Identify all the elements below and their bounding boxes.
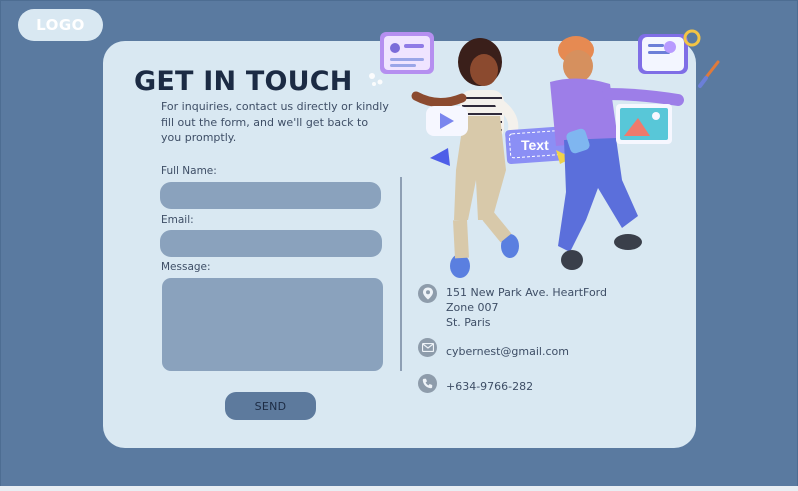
location-pin-icon	[418, 284, 437, 303]
message-label: Message:	[161, 261, 211, 273]
logo[interactable]: LOGO	[18, 9, 103, 41]
full-name-label: Full Name:	[161, 165, 217, 177]
address-line-3: St. Paris	[446, 316, 491, 329]
address-line-2: Zone 007	[446, 301, 499, 314]
sparkle-dots	[369, 73, 383, 86]
contact-phone[interactable]: +634-9766-282	[446, 379, 533, 394]
shape-icon	[430, 148, 450, 166]
email-input[interactable]	[160, 230, 382, 257]
people-illustration: Text	[369, 29, 720, 278]
page-title: GET IN TOUCH	[134, 66, 353, 97]
image-card-icon	[616, 104, 672, 144]
paintbrush-icon	[698, 60, 720, 88]
profile-card-icon	[380, 32, 434, 74]
phone-icon	[418, 374, 437, 393]
email-label: Email:	[161, 214, 194, 226]
notebook-icon	[638, 29, 701, 74]
contact-email[interactable]: cybernest@gmail.com	[446, 344, 569, 359]
address-line-1: 151 New Park Ave. HeartFord	[446, 286, 607, 299]
text-card-label: Text	[521, 137, 549, 153]
window-bottom-strip	[0, 486, 798, 491]
page-subtitle: For inquiries, contact us directly or ki…	[161, 100, 389, 144]
message-textarea[interactable]	[162, 278, 383, 371]
envelope-icon	[418, 338, 437, 357]
play-card-icon	[426, 106, 468, 136]
full-name-input[interactable]	[160, 182, 381, 209]
send-button[interactable]: SEND	[225, 392, 316, 420]
